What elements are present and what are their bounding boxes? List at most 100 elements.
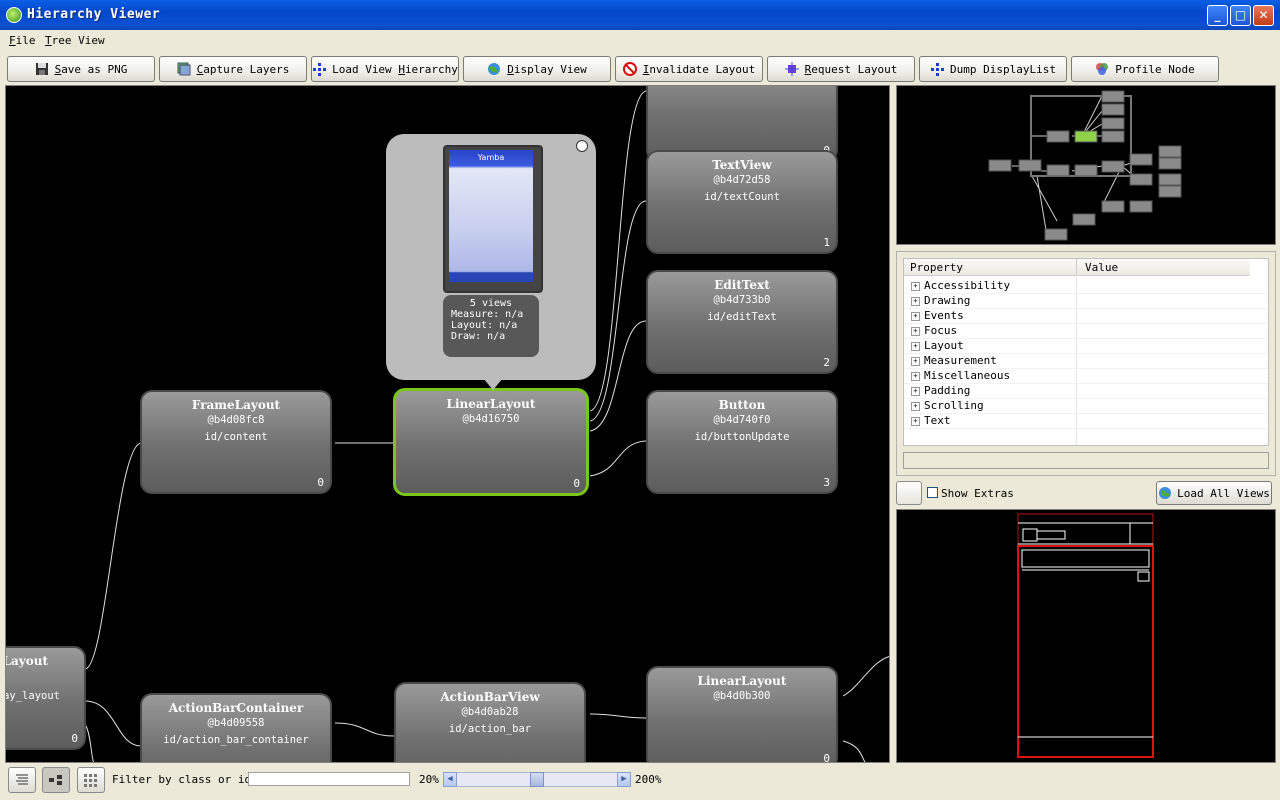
menu-file[interactable]: File xyxy=(9,34,36,47)
tree-icon xyxy=(931,63,945,76)
property-row[interactable]: + Text xyxy=(904,413,1268,429)
node-hash: @b4d08fc8 xyxy=(207,414,265,426)
device-preview-screen: Yamba xyxy=(449,150,533,282)
stats-measure: Measure: n/a xyxy=(451,309,524,320)
zoom-right-arrow-icon[interactable]: ▶ xyxy=(617,772,631,787)
node-id: ay_layout xyxy=(5,690,60,702)
expand-icon[interactable]: + xyxy=(911,281,920,291)
tree-node-actionbarcontainer[interactable]: ActionBarContainer @b4d09558 id/action_b… xyxy=(140,693,332,762)
expand-icon[interactable]: + xyxy=(911,311,920,321)
invalidate-layout-label: Invalidate Layout xyxy=(642,62,756,76)
node-hash: @b4d16750 xyxy=(462,413,520,425)
floppy-disk-icon xyxy=(35,63,48,75)
expand-icon[interactable]: + xyxy=(911,371,920,381)
property-row[interactable]: + Accessibility xyxy=(904,278,1268,294)
node-hash: @b4d09558 xyxy=(207,717,265,729)
layout-wireframe xyxy=(1017,513,1154,758)
overview-selected-node xyxy=(1074,130,1098,143)
preview-app-title: Yamba xyxy=(477,153,505,162)
expand-icon[interactable]: + xyxy=(911,416,920,426)
zoom-left-arrow-icon[interactable]: ◀ xyxy=(443,772,457,787)
node-id: id/action_bar xyxy=(448,723,532,735)
expand-icon[interactable]: + xyxy=(911,296,920,306)
invalidate-layout-button[interactable]: Invalidate Layout xyxy=(615,56,763,82)
minimize-button[interactable]: _ xyxy=(1207,5,1228,26)
dump-displaylist-label: Dump DisplayList xyxy=(950,62,1056,76)
stats-draw: Draw: n/a xyxy=(451,331,506,342)
filter-input[interactable] xyxy=(248,772,410,786)
app-icon xyxy=(6,7,22,23)
close-button[interactable]: ✕ xyxy=(1253,5,1274,26)
column-header-value[interactable]: Value xyxy=(1076,259,1250,276)
node-index: 2 xyxy=(823,356,830,369)
tree-node-linearlayout-selected[interactable]: LinearLayout @b4d16750 0 xyxy=(393,388,589,496)
tree-node-partial-layout[interactable]: Layout ay_layout 0 xyxy=(5,646,86,750)
menu-tree-view[interactable]: Tree View xyxy=(45,34,105,47)
tree-canvas[interactable]: 0 TextView @b4d72d58 id/textCount 1 Edit… xyxy=(5,85,890,763)
tree-node-button[interactable]: Button @b4d740f0 id/buttonUpdate 3 xyxy=(646,390,838,494)
save-as-png-button[interactable]: Save as PNG xyxy=(7,56,155,82)
overview-graph xyxy=(988,90,1182,241)
node-index: 0 xyxy=(573,477,580,490)
node-index: 0 xyxy=(823,752,830,763)
stats-views: 5 views xyxy=(469,298,513,309)
tree-node-linearlayout[interactable]: LinearLayout @b4d0b300 0 xyxy=(646,666,838,763)
tree-node-framelayout[interactable]: FrameLayout @b4d08fc8 id/content 0 xyxy=(140,390,332,494)
property-row[interactable]: + Layout xyxy=(904,338,1268,354)
show-extras-checkbox[interactable] xyxy=(927,487,938,498)
crosshair-icon xyxy=(784,62,799,76)
property-row[interactable]: + Measurement xyxy=(904,353,1268,369)
request-layout-button[interactable]: Request Layout xyxy=(767,56,915,82)
column-header-property[interactable]: Property xyxy=(904,259,1076,276)
zoom-slider-thumb[interactable] xyxy=(530,772,544,787)
expand-icon[interactable]: + xyxy=(911,326,920,336)
grid-mode-button[interactable] xyxy=(77,767,105,793)
node-hash: @b4d72d58 xyxy=(713,174,771,186)
tree-node-edittext[interactable]: EditText @b4d733b0 id/editText 2 xyxy=(646,270,838,374)
property-row[interactable]: + Drawing xyxy=(904,293,1268,309)
grid-icon xyxy=(84,774,97,787)
node-class: FrameLayout xyxy=(191,398,281,412)
tree-overview[interactable] xyxy=(896,85,1276,245)
expand-icon[interactable]: + xyxy=(911,401,920,411)
expand-icon[interactable]: + xyxy=(911,386,920,396)
load-all-views-button[interactable]: Load All Views xyxy=(1156,481,1272,505)
layers-icon xyxy=(177,62,191,76)
layout-preview[interactable] xyxy=(896,509,1276,763)
save-as-png-label: Save as PNG xyxy=(54,62,128,76)
refresh-button[interactable] xyxy=(896,481,922,505)
globe-icon xyxy=(1159,487,1172,499)
popup-pointer xyxy=(483,378,503,390)
align-icon xyxy=(16,774,28,785)
maximize-button[interactable]: □ xyxy=(1230,5,1251,26)
node-id: id/action_bar_container xyxy=(163,734,309,746)
node-class: LinearLayout xyxy=(446,397,536,411)
node-hash: @b4d733b0 xyxy=(713,294,771,306)
node-class: Layout xyxy=(5,654,48,668)
property-row[interactable]: + Events xyxy=(904,308,1268,324)
profile-node-button[interactable]: Profile Node xyxy=(1071,56,1219,82)
tree-node-textview[interactable]: TextView @b4d72d58 id/textCount 1 xyxy=(646,150,838,254)
properties-status-field xyxy=(903,452,1269,469)
display-view-button[interactable]: Display View xyxy=(463,56,611,82)
popup-close-icon[interactable] xyxy=(576,140,588,152)
capture-layers-button[interactable]: Capture Layers xyxy=(159,56,307,82)
property-row[interactable]: + Padding xyxy=(904,383,1268,399)
property-row[interactable]: + Miscellaneous xyxy=(904,368,1268,384)
node-id: id/textCount xyxy=(704,191,780,203)
venn-icon xyxy=(1096,63,1109,75)
tree-node-actionbarview[interactable]: ActionBarView @b4d0ab28 id/action_bar xyxy=(394,682,586,762)
property-row[interactable]: + Scrolling xyxy=(904,398,1268,414)
node-id: id/buttonUpdate xyxy=(694,431,790,443)
node-class: TextView xyxy=(712,158,772,172)
text-view-button[interactable] xyxy=(8,767,36,793)
tree-mode-button[interactable] xyxy=(42,767,70,793)
dump-displaylist-button[interactable]: Dump DisplayList xyxy=(919,56,1067,82)
load-view-hierarchy-button[interactable]: Load View Hierarchy xyxy=(311,56,459,82)
expand-icon[interactable]: + xyxy=(911,341,920,351)
zoom-min-label: 20% xyxy=(419,773,439,786)
expand-icon[interactable]: + xyxy=(911,356,920,366)
zoom-max-label: 200% xyxy=(635,773,662,786)
window-title: Hierarchy Viewer xyxy=(27,7,161,22)
property-row[interactable]: + Focus xyxy=(904,323,1268,339)
